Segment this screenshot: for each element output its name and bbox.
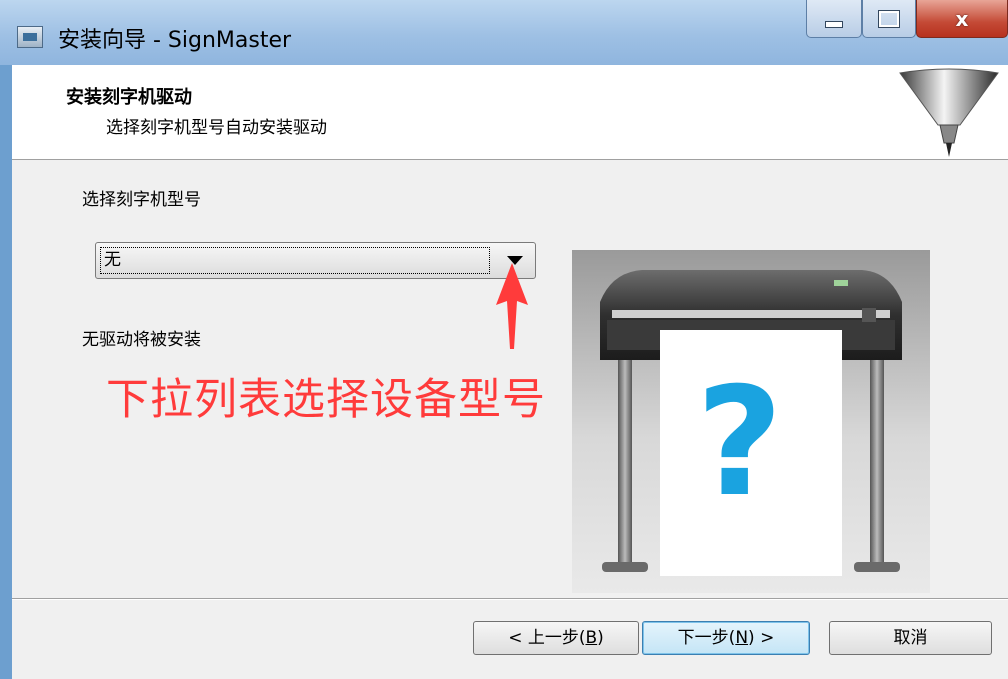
title-bar[interactable]: 安装向导 - SignMaster x <box>0 0 1008 65</box>
app-icon <box>17 26 43 48</box>
page-title: 安装刻字机驱动 <box>66 87 192 108</box>
annotation-text: 下拉列表选择设备型号 <box>106 375 546 425</box>
wizard-body: 安装刻字机驱动 选择刻字机型号自动安装驱动 选择刻字机型号 无 无驱动将被安装 … <box>12 65 1008 679</box>
page-subtitle: 选择刻字机型号自动安装驱动 <box>106 118 327 138</box>
maximize-button[interactable] <box>862 0 916 38</box>
minimize-button[interactable] <box>806 0 862 38</box>
close-icon: x <box>955 6 969 31</box>
wizard-header: 安装刻字机驱动 选择刻字机型号自动安装驱动 <box>12 65 1008 160</box>
red-arrow-annotation-icon <box>496 263 528 349</box>
question-mark: ? <box>696 356 784 530</box>
model-select-label: 选择刻字机型号 <box>82 190 201 210</box>
model-select[interactable]: 无 <box>95 242 536 279</box>
window-title: 安装向导 - SignMaster <box>58 28 292 53</box>
installer-window: 安装向导 - SignMaster x 安装刻字机驱动 选择刻字机型号自动安装驱… <box>0 0 1008 679</box>
maximize-icon <box>878 9 900 28</box>
plotter-illustration: ? <box>572 250 930 593</box>
next-button[interactable]: 下一步(N) > <box>642 621 810 655</box>
back-button[interactable]: < 上一步(B) <box>473 621 639 655</box>
close-button[interactable]: x <box>916 0 1008 38</box>
cutter-blade-icon <box>899 68 999 157</box>
footer-divider <box>12 598 1008 600</box>
driver-status-text: 无驱动将被安装 <box>82 330 201 350</box>
cancel-button[interactable]: 取消 <box>829 621 992 655</box>
model-select-value[interactable]: 无 <box>100 247 490 274</box>
minimize-icon <box>825 21 843 28</box>
